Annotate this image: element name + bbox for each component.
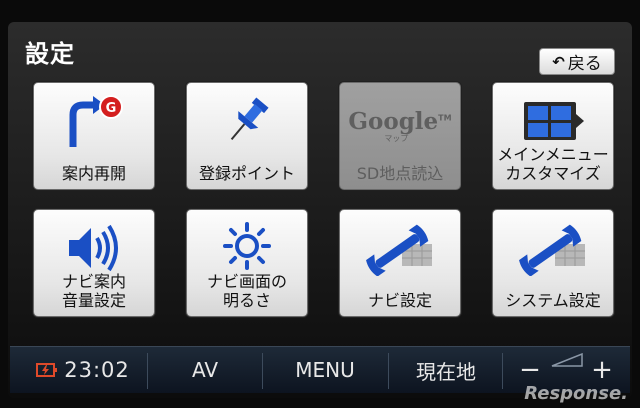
clock-area: 23:02 — [18, 347, 148, 393]
tile-label: 登録ポイント — [198, 164, 295, 183]
back-button[interactable]: ↶ 戻る — [539, 48, 615, 75]
sun-brightness-icon — [187, 218, 307, 278]
divider — [147, 353, 148, 389]
current-location-button[interactable]: 現在地 — [391, 347, 501, 393]
wrench-icon — [340, 218, 460, 278]
resume-guidance-tile[interactable]: G 案内再開 — [33, 82, 155, 190]
tile-label: 案内再開 — [61, 164, 126, 183]
divider — [502, 353, 503, 389]
battery-icon — [36, 363, 58, 377]
tile-label: メインメニュー カスタマイズ — [497, 145, 609, 183]
system-settings-tile[interactable]: システム設定 — [492, 209, 614, 317]
tile-label: SD地点読込 — [356, 164, 444, 183]
divider — [388, 353, 389, 389]
registered-points-tile[interactable]: 登録ポイント — [186, 82, 308, 190]
zoom-level-indicator-icon — [551, 353, 583, 367]
grid-menu-icon — [493, 91, 613, 151]
watermark: Response. — [524, 383, 628, 404]
back-button-label: 戻る — [567, 54, 602, 74]
return-arrow-icon: ↶ — [552, 52, 565, 71]
speaker-icon — [34, 218, 154, 278]
divider — [262, 353, 263, 389]
clock-time: 23:02 — [64, 358, 130, 382]
google-logo-sub: マップ — [384, 133, 409, 143]
route-resume-icon: G — [34, 91, 154, 151]
tile-label: システム設定 — [505, 291, 601, 310]
svg-text:G: G — [106, 101, 117, 116]
google-maps-logo-icon: GoogleTM マップ — [348, 107, 452, 143]
pushpin-icon — [187, 91, 307, 151]
navi-volume-tile[interactable]: ナビ案内 音量設定 — [33, 209, 155, 317]
tile-label: ナビ案内 音量設定 — [61, 272, 126, 310]
page-title: 設定 — [25, 40, 75, 68]
menu-button[interactable]: MENU — [265, 347, 385, 393]
wrench-icon — [493, 218, 613, 278]
tile-label: ナビ設定 — [367, 291, 432, 310]
tile-label: ナビ画面の 明るさ — [206, 272, 287, 310]
main-menu-customize-tile[interactable]: メインメニュー カスタマイズ — [492, 82, 614, 190]
navi-settings-tile[interactable]: ナビ設定 — [339, 209, 461, 317]
av-button[interactable]: AV — [150, 347, 260, 393]
sd-point-import-tile[interactable]: GoogleTM マップ SD地点読込 — [339, 82, 461, 190]
navi-brightness-tile[interactable]: ナビ画面の 明るさ — [186, 209, 308, 317]
google-logo-text: Google — [348, 107, 439, 135]
